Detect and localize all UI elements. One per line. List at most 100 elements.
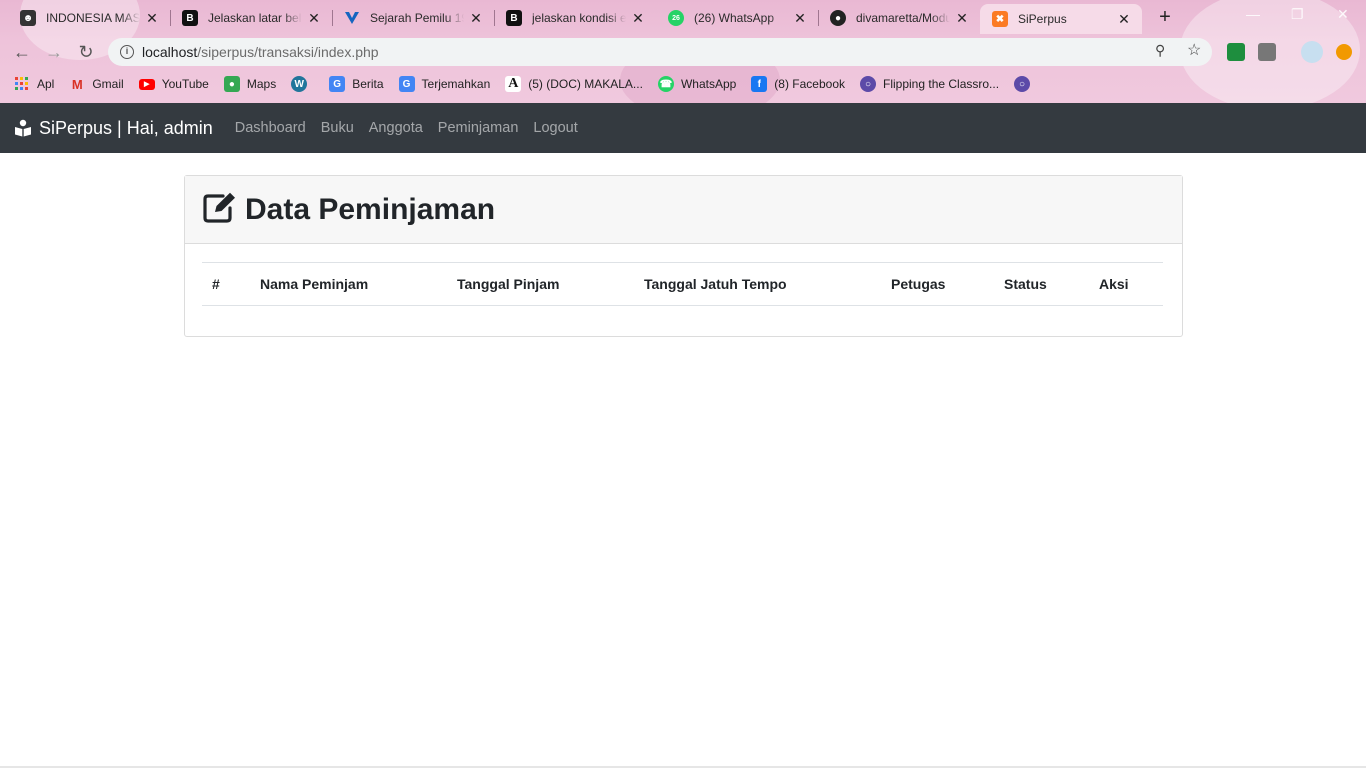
nav-anggota[interactable]: Anggota — [369, 120, 423, 136]
bookmark-facebook[interactable]: f (8) Facebook — [751, 76, 845, 92]
bookmark-label: Flipping the Classro... — [883, 77, 1000, 91]
reader-icon — [14, 119, 32, 137]
tab-title: SiPerpus — [1018, 12, 1067, 26]
bookmark-label: (5) (DOC) MAKALA... — [528, 77, 643, 91]
bookmark-academia[interactable]: A (5) (DOC) MAKALA... — [505, 76, 643, 92]
bookmark-wordpress[interactable]: W — [291, 76, 314, 92]
news-icon: G — [329, 76, 346, 92]
academia-icon: A — [505, 76, 522, 92]
tab-jelaskan-latar[interactable]: B Jelaskan latar bela ✕ — [170, 4, 332, 32]
bookmark-berita[interactable]: G Berita — [329, 76, 384, 92]
close-icon[interactable]: ✕ — [954, 10, 970, 27]
star-icon[interactable]: ☆ — [1187, 40, 1201, 60]
bookmark-apps[interactable]: Apl — [14, 76, 54, 92]
nav-logout[interactable]: Logout — [533, 120, 577, 136]
address-path: /siperpus/transaksi/index.php — [197, 44, 379, 60]
tab-title: jelaskan kondisi ek — [532, 11, 626, 25]
close-icon[interactable]: ✕ — [630, 10, 646, 27]
download-extension-icon[interactable] — [1258, 43, 1276, 61]
app-navbar: SiPerpus | Hai, admin Dashboard Buku Ang… — [0, 103, 1366, 153]
bookmark-gmail[interactable]: M Gmail — [69, 76, 124, 92]
tab-title: (26) WhatsApp — [694, 11, 775, 25]
bookmark-terjemahkan[interactable]: G Terjemahkan — [398, 76, 491, 92]
page-title: Data Peminjaman — [245, 192, 496, 226]
brand-text: SiPerpus | Hai, admin — [39, 117, 213, 138]
blue-v-icon — [344, 10, 360, 26]
bookmark-whatsapp[interactable]: ☎ WhatsApp — [657, 76, 737, 92]
card-header: Data Peminjaman — [185, 176, 1182, 244]
zoom-icon[interactable]: ⚲ — [1155, 42, 1165, 59]
globe-icon: ○ — [1014, 76, 1031, 92]
close-icon[interactable]: ✕ — [1116, 11, 1132, 28]
brainly-icon: B — [182, 10, 198, 26]
browser-chrome: ☻ INDONESIA MASA ✕ B Jelaskan latar bela… — [0, 0, 1366, 103]
column-header-tanggal-jatuh-tempo: Tanggal Jatuh Tempo — [634, 262, 881, 306]
table-header-row: # Nama Peminjam Tanggal Pinjam Tanggal J… — [202, 262, 1163, 306]
github-icon: ● — [830, 10, 846, 26]
tab-sejarah-pemilu[interactable]: Sejarah Pemilu 19 ✕ — [332, 4, 494, 32]
peminjaman-table: # Nama Peminjam Tanggal Pinjam Tanggal J… — [202, 262, 1163, 306]
nav-dashboard[interactable]: Dashboard — [235, 120, 306, 136]
tab-siperpus[interactable]: ✖ SiPerpus ✕ — [980, 4, 1142, 34]
bookmark-label: WhatsApp — [680, 77, 737, 91]
reload-icon[interactable]: ↻ — [74, 40, 98, 64]
tab-title: Jelaskan latar bela — [208, 11, 302, 25]
bookmark-label: Maps — [246, 77, 277, 91]
column-header-status: Status — [994, 262, 1089, 306]
forward-arrow-icon[interactable]: → — [42, 40, 66, 64]
bookmark-label: YouTube — [161, 77, 209, 91]
tab-indonesia-masa[interactable]: ☻ INDONESIA MASA ✕ — [8, 4, 170, 32]
contacts-icon: ☻ — [20, 10, 36, 26]
apps-grid-icon — [14, 76, 30, 92]
close-icon[interactable]: ✕ — [468, 10, 484, 27]
peminjaman-card: Data Peminjaman # Nama Peminjam Tanggal … — [184, 175, 1183, 337]
bookmark-globe[interactable]: ○ — [1014, 76, 1037, 92]
tab-title: divamaretta/Modu — [856, 11, 950, 25]
close-icon[interactable]: ✕ — [306, 10, 322, 27]
translate-icon: G — [398, 76, 415, 92]
bookmark-youtube[interactable]: ▶ YouTube — [138, 77, 209, 91]
update-alert-icon[interactable] — [1336, 44, 1352, 60]
back-arrow-icon[interactable]: ← — [10, 40, 34, 64]
bookmark-maps[interactable]: ● Maps — [223, 76, 277, 92]
bookmark-label: Apl — [37, 77, 55, 91]
edit-icon — [203, 192, 237, 228]
tab-strip: ☻ INDONESIA MASA ✕ B Jelaskan latar bela… — [0, 0, 1366, 34]
whatsapp-icon: 26 — [668, 10, 684, 26]
tab-whatsapp[interactable]: 26 (26) WhatsApp ✕ — [656, 4, 818, 32]
tab-jelaskan-kondisi[interactable]: B jelaskan kondisi ek ✕ — [494, 4, 656, 32]
column-header-tanggal-pinjam: Tanggal Pinjam — [447, 262, 634, 306]
nav-peminjaman[interactable]: Peminjaman — [438, 120, 519, 136]
wordpress-icon: W — [291, 76, 308, 92]
bookmark-label: Gmail — [92, 77, 124, 91]
browser-toolbar: ← → ↻ i localhost/siperpus/transaksi/ind… — [0, 36, 1366, 68]
new-tab-button[interactable]: + — [1155, 6, 1175, 29]
close-icon[interactable]: ✕ — [792, 10, 808, 27]
close-icon[interactable]: ✕ — [144, 10, 160, 27]
card-body: # Nama Peminjam Tanggal Pinjam Tanggal J… — [185, 244, 1182, 306]
bookmark-flipping-classroom[interactable]: ○ Flipping the Classro... — [860, 76, 999, 92]
brand-link[interactable]: SiPerpus | Hai, admin — [14, 118, 213, 139]
tab-github[interactable]: ● divamaretta/Modu ✕ — [818, 4, 980, 32]
minimize-icon[interactable]: — — [1246, 6, 1260, 22]
bookmark-label: Terjemahkan — [421, 77, 491, 91]
address-host: localhost — [142, 44, 198, 60]
info-icon[interactable]: i — [120, 45, 134, 59]
nav-buku[interactable]: Buku — [321, 120, 354, 136]
close-window-icon[interactable]: ✕ — [1337, 6, 1349, 23]
brainly-icon: B — [506, 10, 522, 26]
avatar[interactable] — [1301, 41, 1323, 63]
column-header-number: # — [202, 262, 250, 306]
column-header-aksi: Aksi — [1089, 262, 1163, 306]
address-bar[interactable]: i localhost/siperpus/transaksi/index.php — [108, 38, 1212, 66]
bookmark-label: (8) Facebook — [774, 77, 845, 91]
tab-title: Sejarah Pemilu 19 — [370, 11, 464, 25]
restore-icon[interactable]: ❐ — [1291, 6, 1304, 23]
gmail-icon: M — [71, 76, 83, 92]
bookmark-label: Berita — [352, 77, 384, 91]
classroom-extension-icon[interactable] — [1227, 43, 1245, 61]
whatsapp-icon: ☎ — [657, 76, 674, 92]
maps-icon: ● — [223, 76, 240, 92]
tab-title: INDONESIA MASA — [46, 11, 140, 25]
youtube-icon: ▶ — [138, 78, 155, 90]
